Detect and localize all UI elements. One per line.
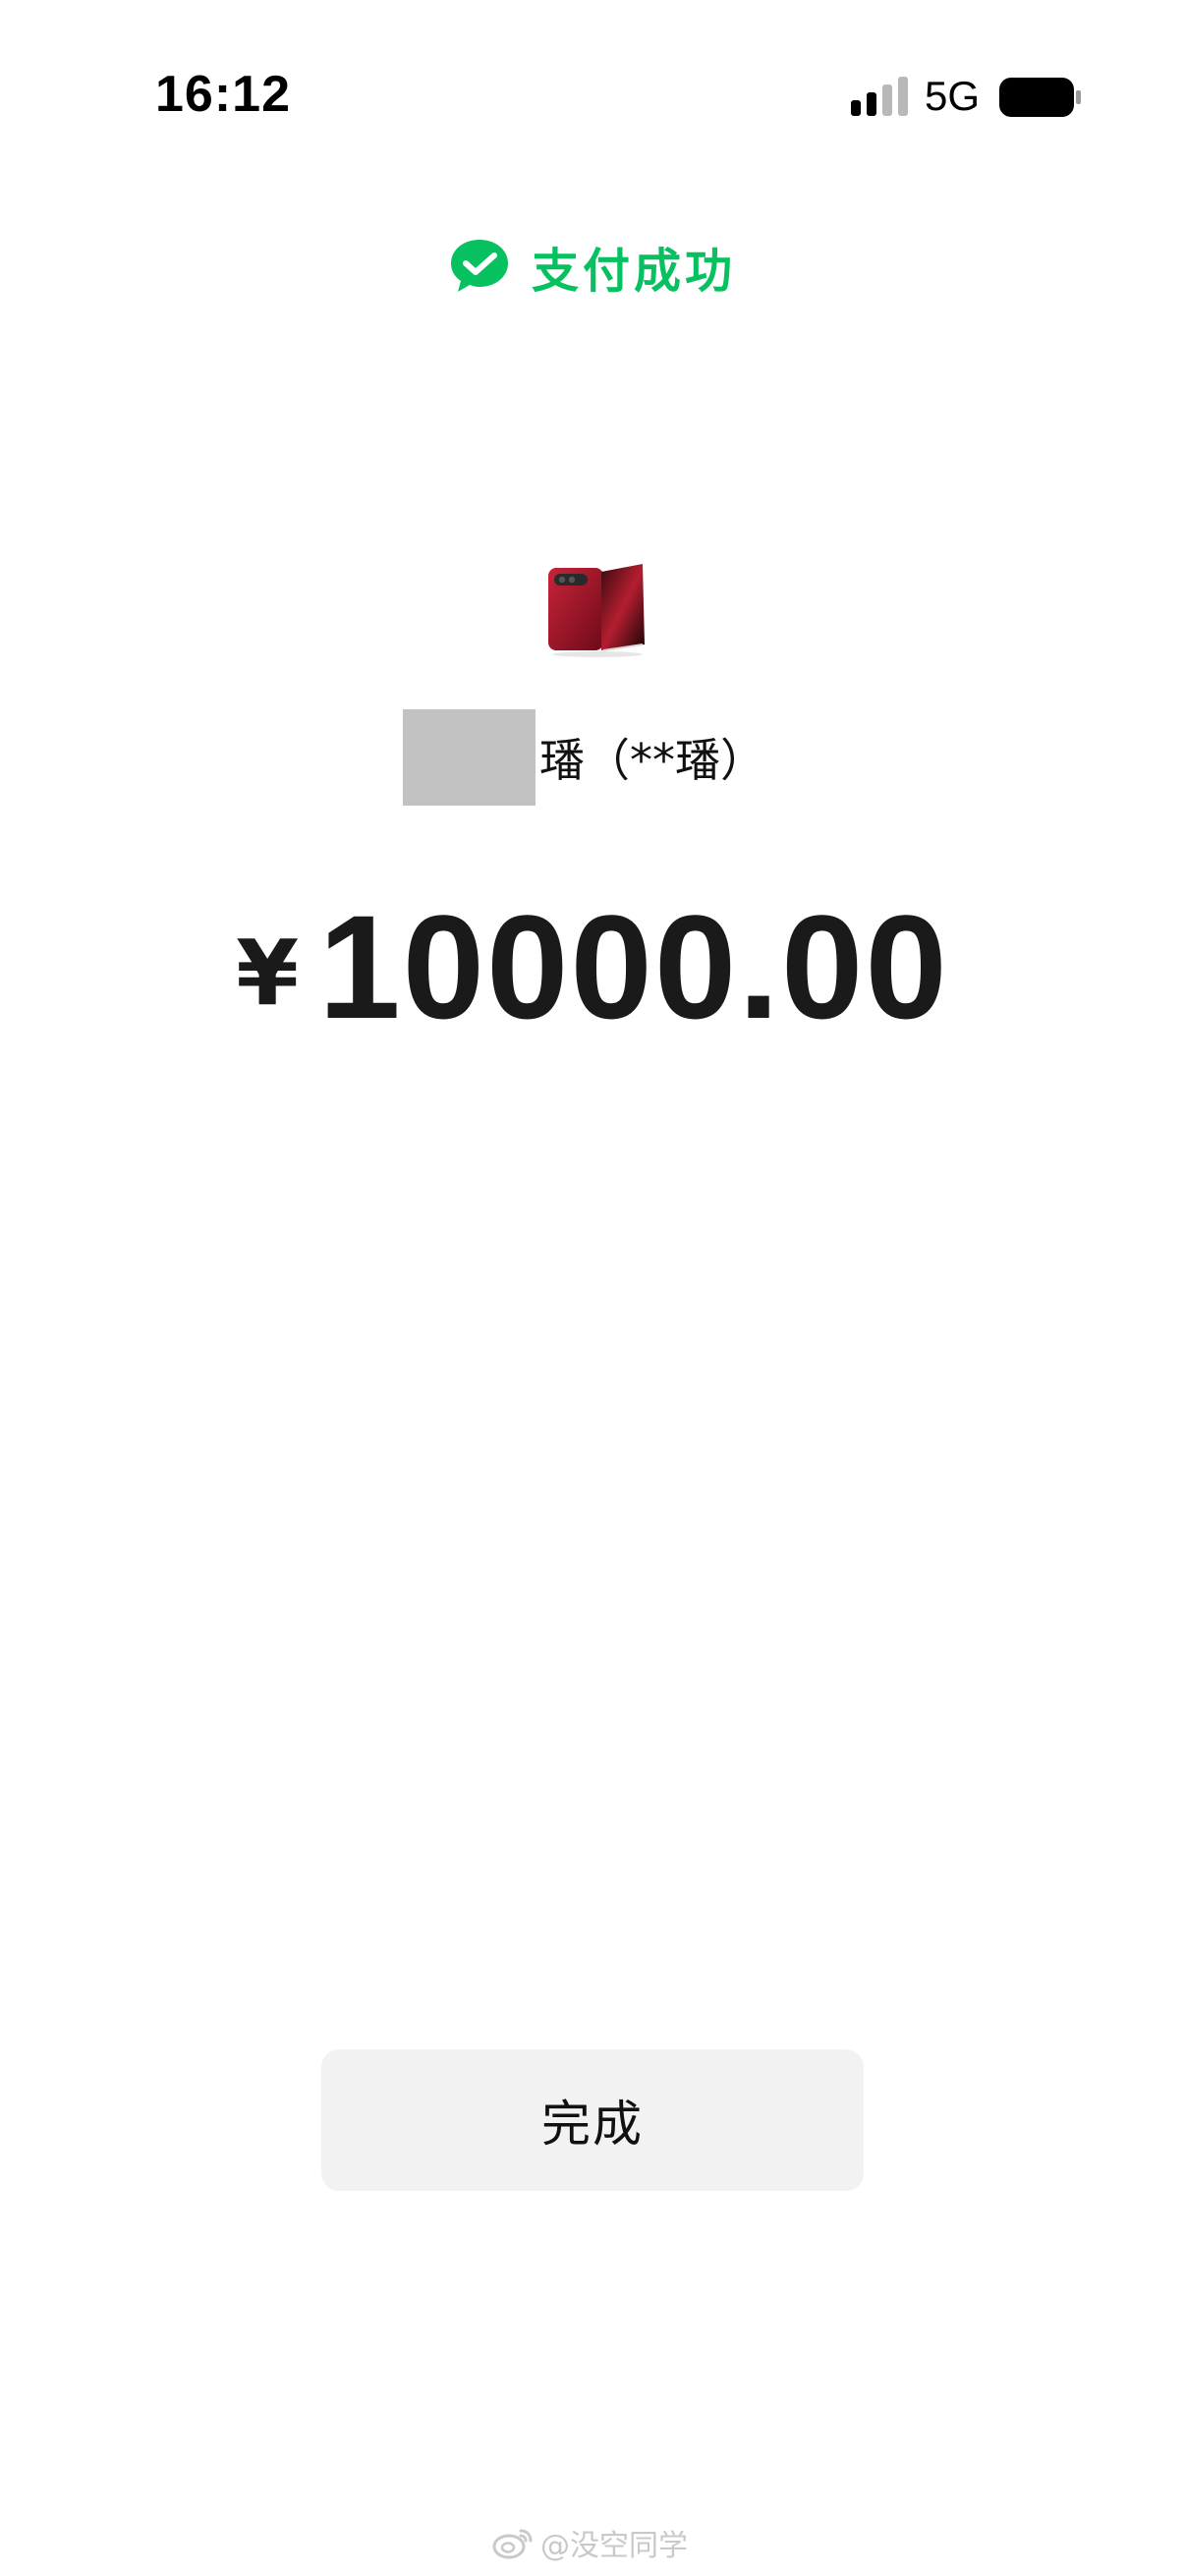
payment-amount: ¥ 10000.00 bbox=[0, 882, 1185, 1052]
weibo-watermark: @没空同学 bbox=[491, 2521, 688, 2564]
payment-success-screen: 16:12 5G 支付成功 璠（**璠） ¥ 10000.00 完成 @没空同学 bbox=[0, 0, 1185, 2576]
amount-value: 10000.00 bbox=[318, 884, 949, 1049]
redacted-merchant-name-block bbox=[403, 709, 536, 806]
watermark-text: @没空同学 bbox=[540, 2529, 688, 2563]
merchant-name: 璠（**璠） bbox=[539, 734, 765, 787]
weibo-icon bbox=[492, 2529, 533, 2559]
payment-success-header: 支付成功 bbox=[0, 232, 1185, 301]
cellular-signal-icon bbox=[851, 77, 908, 116]
status-time: 16:12 bbox=[155, 66, 291, 123]
battery-icon bbox=[999, 78, 1081, 117]
merchant-info: 璠（**璠） bbox=[403, 709, 765, 806]
wechat-pay-check-icon bbox=[450, 240, 508, 292]
done-button[interactable]: 完成 bbox=[321, 2049, 864, 2191]
network-type: 5G bbox=[925, 73, 981, 119]
merchant-avatar-phone-image bbox=[548, 564, 645, 657]
currency-symbol: ¥ bbox=[236, 921, 300, 1026]
payment-success-title: 支付成功 bbox=[531, 244, 736, 299]
